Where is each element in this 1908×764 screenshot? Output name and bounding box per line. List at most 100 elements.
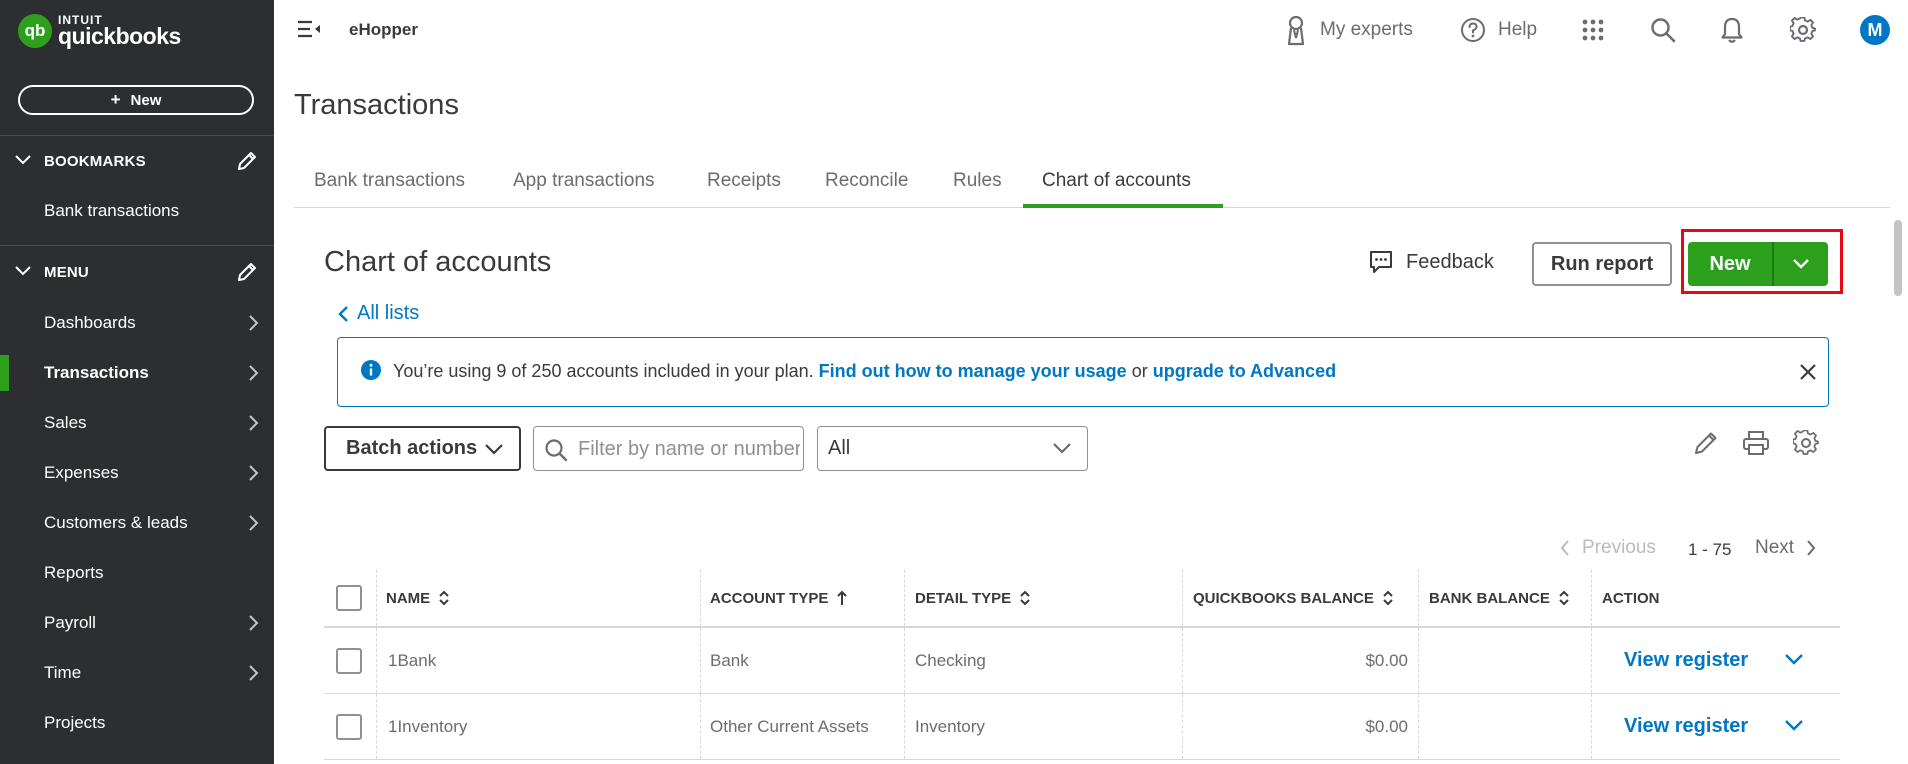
edit-menu-icon[interactable] bbox=[236, 261, 258, 283]
sidebar-item-label: Time bbox=[44, 663, 82, 682]
bell-icon[interactable] bbox=[1720, 16, 1744, 44]
table-header-row: NAME ACCOUNT TYPE DETAIL TYPE QUICKBOOKS… bbox=[324, 570, 1840, 628]
sidebar-item-sales[interactable]: Sales bbox=[0, 401, 274, 445]
menu-collapse-icon[interactable] bbox=[296, 18, 322, 40]
chevron-down-icon bbox=[485, 444, 503, 455]
tab-app-transactions[interactable]: App transactions bbox=[513, 170, 655, 192]
chevron-right-icon bbox=[249, 515, 259, 531]
header-detail-type-label: DETAIL TYPE bbox=[915, 589, 1012, 607]
bookmarks-header[interactable]: BOOKMARKS bbox=[0, 146, 274, 176]
menu-header[interactable]: MENU bbox=[0, 257, 274, 287]
tab-reconcile[interactable]: Reconcile bbox=[825, 170, 908, 192]
column-separator bbox=[376, 628, 377, 693]
sidebar-item-label: Projects bbox=[44, 713, 106, 732]
sidebar-item-reports[interactable]: Reports bbox=[0, 551, 274, 595]
print-icon[interactable] bbox=[1742, 430, 1770, 456]
select-all-checkbox[interactable] bbox=[336, 585, 362, 611]
new-dropdown-button[interactable] bbox=[1774, 242, 1828, 286]
apps-grid-icon[interactable] bbox=[1582, 19, 1604, 41]
view-register-link[interactable]: View register bbox=[1624, 649, 1748, 672]
tab-receipts[interactable]: Receipts bbox=[707, 170, 781, 192]
filter-search-input[interactable] bbox=[578, 433, 800, 465]
search-icon[interactable] bbox=[1650, 17, 1676, 43]
page-scrollbar[interactable] bbox=[1894, 220, 1902, 296]
column-separator bbox=[376, 570, 377, 626]
sidebar-new-label: New bbox=[130, 91, 162, 109]
tab-chart-of-accounts[interactable]: Chart of accounts bbox=[1042, 170, 1191, 192]
header-action-label: ACTION bbox=[1602, 589, 1660, 607]
company-name[interactable]: eHopper bbox=[349, 20, 418, 40]
chevron-left-icon bbox=[338, 305, 348, 322]
new-account-button[interactable]: New bbox=[1688, 242, 1774, 286]
sidebar-item-transactions[interactable]: Transactions bbox=[0, 351, 274, 395]
chevron-down-icon[interactable] bbox=[1784, 652, 1804, 666]
experts-icon bbox=[1287, 15, 1305, 46]
row-checkbox[interactable] bbox=[336, 713, 362, 740]
edit-bookmarks-icon[interactable] bbox=[236, 150, 258, 172]
sidebar-item-projects[interactable]: Projects bbox=[0, 701, 274, 745]
select-all-cell bbox=[336, 570, 362, 626]
info-icon bbox=[361, 360, 381, 380]
sidebar-new-button[interactable]: + New bbox=[18, 85, 254, 115]
all-lists-link[interactable]: All lists bbox=[337, 302, 419, 325]
header-bank-balance-label: BANK BALANCE bbox=[1429, 589, 1550, 607]
header-name-label: NAME bbox=[386, 589, 431, 607]
tab-bank-transactions[interactable]: Bank transactions bbox=[314, 170, 465, 192]
chevron-left-icon bbox=[1560, 540, 1569, 556]
sidebar-item-label: Sales bbox=[44, 413, 87, 432]
batch-actions-dropdown[interactable]: Batch actions bbox=[324, 426, 521, 471]
header-quickbooks-balance[interactable]: QUICKBOOKS BALANCE bbox=[1193, 570, 1394, 626]
pager-next[interactable]: Next bbox=[1755, 537, 1816, 559]
my-experts-label: My experts bbox=[1320, 19, 1413, 40]
quickbooks-logo[interactable]: qb INTUIT quickbooks bbox=[18, 14, 181, 48]
bookmark-item-bank-transactions[interactable]: Bank transactions bbox=[0, 189, 274, 233]
gear-icon[interactable] bbox=[1790, 17, 1816, 43]
chevron-down-icon bbox=[1053, 443, 1071, 454]
header-account-type[interactable]: ACCOUNT TYPE bbox=[710, 570, 848, 626]
header-bank-balance[interactable]: BANK BALANCE bbox=[1429, 570, 1570, 626]
avatar[interactable]: M bbox=[1860, 15, 1890, 45]
feedback-button[interactable]: Feedback bbox=[1368, 249, 1494, 275]
pager-previous[interactable]: Previous bbox=[1560, 537, 1656, 559]
my-experts-button[interactable]: My experts bbox=[1284, 13, 1413, 47]
sidebar-item-dashboards[interactable]: Dashboards bbox=[0, 301, 274, 345]
tab-rules[interactable]: Rules bbox=[953, 170, 1002, 192]
view-register-link[interactable]: View register bbox=[1624, 715, 1748, 738]
manage-usage-link[interactable]: Find out how to manage your usage bbox=[819, 361, 1127, 381]
bookmarks-label: BOOKMARKS bbox=[44, 152, 146, 170]
chevron-down-icon bbox=[15, 266, 31, 276]
upgrade-advanced-link[interactable]: upgrade to Advanced bbox=[1153, 361, 1336, 381]
help-label: Help bbox=[1498, 19, 1538, 40]
sort-icon bbox=[1559, 590, 1569, 606]
sidebar-item-customers-leads[interactable]: Customers & leads bbox=[0, 501, 274, 545]
edit-pencil-icon[interactable] bbox=[1693, 430, 1719, 456]
sidebar-item-expenses[interactable]: Expenses bbox=[0, 451, 274, 495]
run-report-button[interactable]: Run report bbox=[1532, 242, 1672, 286]
sidebar-item-label: Payroll bbox=[44, 613, 96, 632]
sidebar-divider bbox=[0, 135, 274, 136]
active-tab-indicator bbox=[1023, 204, 1223, 208]
plus-icon: + bbox=[110, 90, 121, 109]
chevron-right-icon bbox=[249, 315, 259, 331]
batch-actions-label: Batch actions bbox=[346, 437, 478, 459]
header-detail-type[interactable]: DETAIL TYPE bbox=[915, 570, 1031, 626]
accounts-table: NAME ACCOUNT TYPE DETAIL TYPE QUICKBOOKS… bbox=[324, 570, 1840, 760]
row-checkbox[interactable] bbox=[336, 647, 362, 674]
chevron-right-icon bbox=[249, 665, 259, 681]
sidebar-item-payroll[interactable]: Payroll bbox=[0, 601, 274, 645]
cell-bank-balance bbox=[1418, 694, 1580, 759]
sort-ascending-icon bbox=[837, 590, 848, 605]
close-icon[interactable] bbox=[1798, 362, 1818, 382]
chevron-right-icon bbox=[249, 465, 259, 481]
top-header: eHopper My experts Help M bbox=[274, 0, 1908, 60]
cell-account-type: Other Current Assets bbox=[710, 716, 869, 736]
sidebar-item-time[interactable]: Time bbox=[0, 651, 274, 695]
all-lists-label: All lists bbox=[357, 302, 420, 324]
column-separator bbox=[904, 570, 905, 626]
column-separator bbox=[1591, 628, 1592, 693]
account-type-filter[interactable]: All bbox=[817, 426, 1088, 471]
header-name[interactable]: NAME bbox=[386, 570, 450, 626]
help-button[interactable]: Help bbox=[1460, 13, 1537, 47]
table-settings-gear-icon[interactable] bbox=[1793, 430, 1819, 456]
chevron-down-icon[interactable] bbox=[1784, 718, 1804, 732]
